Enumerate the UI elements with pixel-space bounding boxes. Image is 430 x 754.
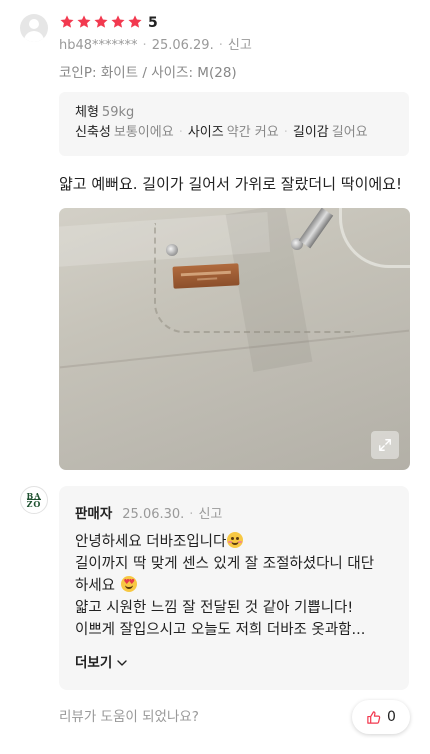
reply-line: 이쁘게 잘입으시고 오늘도 저희 더바조 옷과함... bbox=[75, 622, 366, 638]
fit-label: 사이즈 bbox=[187, 125, 224, 140]
reply-line: 안녕하세요 더바조입니다 bbox=[75, 531, 400, 553]
avatar-body bbox=[24, 31, 44, 42]
reply-line: 하세요 bbox=[75, 575, 400, 597]
photo-leather-tag bbox=[172, 263, 240, 289]
helpful-button[interactable]: 0 bbox=[352, 700, 410, 734]
fit-value: 길어요 bbox=[331, 125, 368, 140]
seller-logo: BA ZO bbox=[20, 486, 48, 514]
star-icon bbox=[76, 14, 92, 30]
reply-report-link[interactable]: 신고 bbox=[198, 507, 222, 522]
review-text: 얇고 예뻐요. 길이가 길어서 가위로 잘랐더니 딱이에요! bbox=[59, 175, 402, 193]
expand-button[interactable] bbox=[371, 431, 399, 459]
build-value: 59kg bbox=[101, 105, 135, 120]
report-link[interactable]: 신고 bbox=[228, 38, 252, 53]
fit-separator: · bbox=[178, 125, 183, 140]
meta-separator: · bbox=[218, 38, 223, 53]
fit-label: 신축성 bbox=[75, 125, 111, 140]
review-date: 25.06.29. bbox=[151, 38, 214, 53]
body-info-box: 체형 59kg 신축성 보통이에요 · 사이즈 약간 커요 · 길이감 길어요 bbox=[59, 92, 409, 156]
reply-text: 안녕하세요 더바조입니다 길이까지 딱 맞게 센스 있게 잘 조절하셨다니 대단… bbox=[75, 531, 400, 641]
star-rating bbox=[59, 14, 143, 30]
reply-header: 판매자 25.06.30. · 신고 bbox=[75, 505, 222, 524]
reply-line-text: 안녕하세요 더바조입니다 bbox=[75, 534, 227, 550]
star-icon bbox=[59, 14, 75, 30]
review-meta: hb48******* · 25.06.29. · 신고 bbox=[59, 37, 252, 55]
meta-separator: · bbox=[142, 38, 147, 53]
star-icon bbox=[93, 14, 109, 30]
review-author: hb48******* bbox=[59, 38, 138, 53]
review-photo[interactable] bbox=[59, 208, 410, 470]
reply-line: 얇고 시원한 느낌 잘 전달된 것 같아 기쁩니다! bbox=[75, 600, 354, 616]
reply-line-text: 하세요 bbox=[75, 578, 116, 594]
star-icon bbox=[127, 14, 143, 30]
reviewer-avatar bbox=[20, 14, 48, 42]
photo-tag-stitch bbox=[180, 270, 231, 277]
smiling-face-icon bbox=[227, 532, 244, 548]
helpful-count: 0 bbox=[387, 709, 396, 725]
more-button[interactable]: 더보기 bbox=[75, 654, 128, 672]
seller-reply-box: 판매자 25.06.30. · 신고 안녕하세요 더바조입니다 길이까지 딱 맞게 센… bbox=[59, 486, 409, 690]
meta-separator: · bbox=[189, 507, 194, 522]
chevron-down-icon bbox=[116, 657, 128, 669]
seller-name: 판매자 bbox=[75, 506, 113, 522]
photo-seam bbox=[59, 329, 410, 369]
photo-tag-stitch bbox=[197, 277, 218, 281]
avatar-head bbox=[29, 19, 39, 29]
fit-value: 보통이에요 bbox=[113, 125, 174, 140]
helpful-question: 리뷰가 도움이 되었나요? bbox=[59, 709, 199, 725]
more-label: 더보기 bbox=[75, 655, 113, 671]
fit-separator: · bbox=[283, 125, 288, 140]
build-row: 체형 59kg bbox=[75, 103, 393, 123]
purchase-option: 코인P: 화이트 / 사이즈: M(28) bbox=[59, 65, 237, 81]
thumbs-up-icon bbox=[366, 710, 381, 725]
heart-eyes-icon bbox=[120, 576, 137, 592]
photo-rivet bbox=[166, 244, 178, 256]
fit-row: 신축성 보통이에요 · 사이즈 약간 커요 · 길이감 길어요 bbox=[75, 123, 393, 143]
rating-number: 5 bbox=[148, 15, 158, 31]
reply-date: 25.06.30. bbox=[122, 507, 185, 522]
fit-label: 길이감 bbox=[292, 125, 329, 140]
build-label: 체형 bbox=[75, 105, 99, 120]
seller-logo-bottom: ZO bbox=[26, 499, 42, 509]
expand-icon bbox=[378, 438, 392, 452]
reply-line: 길이까지 딱 맞게 센스 있게 잘 조절하셨다니 대단 bbox=[75, 556, 375, 572]
fit-value: 약간 커요 bbox=[226, 125, 279, 140]
star-icon bbox=[110, 14, 126, 30]
